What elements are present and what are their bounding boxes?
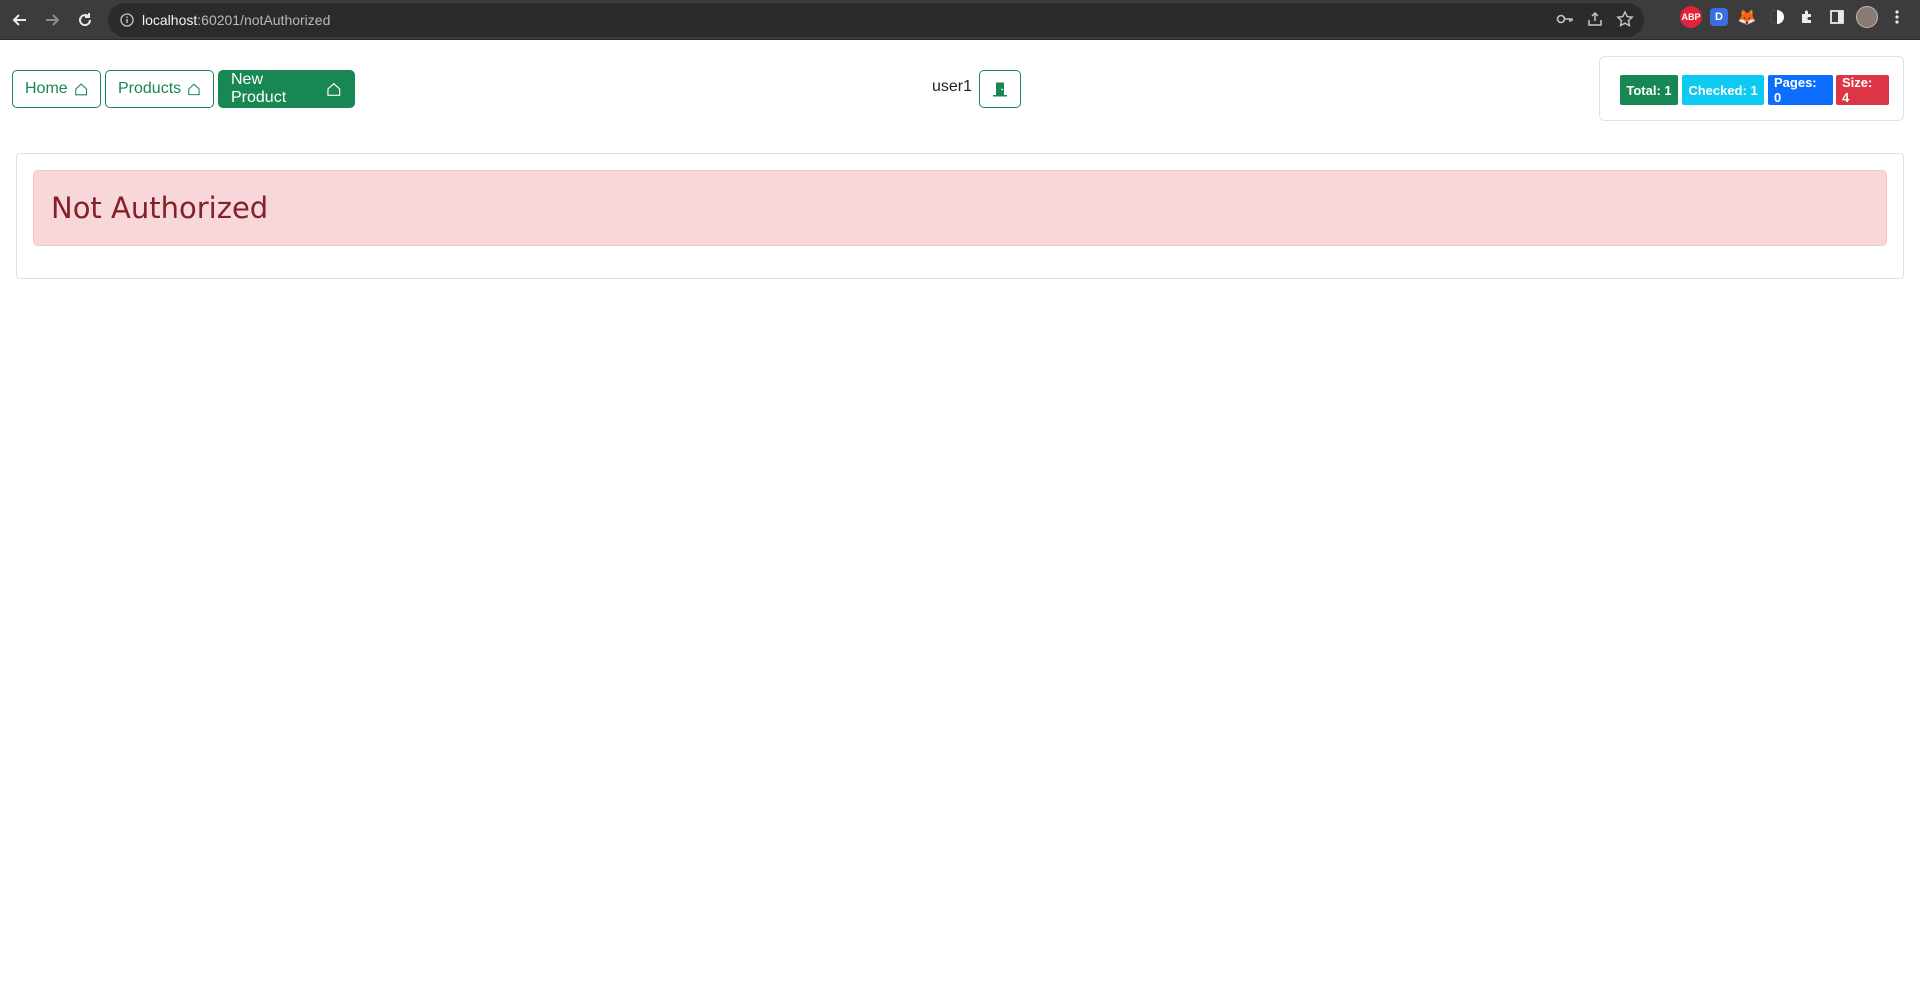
house-icon bbox=[188, 83, 200, 96]
browser-menu-icon[interactable] bbox=[1886, 6, 1908, 28]
new-product-button-label: New Product bbox=[231, 71, 287, 106]
adblock-plus-icon[interactable]: ABP bbox=[1680, 6, 1702, 28]
site-info-icon[interactable] bbox=[120, 13, 134, 27]
back-arrow-icon bbox=[12, 14, 26, 26]
house-icon bbox=[327, 82, 341, 96]
bookmark-star-icon[interactable] bbox=[1616, 10, 1634, 28]
username-label: user1 bbox=[932, 78, 973, 95]
address-bar[interactable]: localhost:60201/notAuthorized bbox=[108, 3, 1644, 37]
dashlane-icon[interactable]: D bbox=[1710, 8, 1728, 26]
home-button-label: Home bbox=[25, 80, 68, 97]
new-product-button[interactable]: New Product bbox=[218, 70, 355, 108]
not-authorized-alert: Not Authorized bbox=[33, 170, 1887, 246]
size-badge: Size: 4 bbox=[1836, 75, 1889, 105]
url-host: localhost bbox=[142, 12, 198, 28]
back-button[interactable] bbox=[6, 6, 34, 34]
stats-card: Total: 1 Checked: 1 Pages: 0 Size: 4 bbox=[1599, 56, 1904, 121]
profile-avatar-icon[interactable] bbox=[1856, 6, 1878, 28]
main-card: Not Authorized bbox=[16, 153, 1904, 279]
metamask-icon[interactable]: 🦊 bbox=[1736, 6, 1758, 28]
share-icon[interactable] bbox=[1586, 10, 1604, 28]
house-icon bbox=[74, 83, 87, 96]
browser-toolbar: localhost:60201/notAuthorized ABP D 🦊 bbox=[0, 0, 1920, 40]
door-icon bbox=[993, 82, 1007, 97]
extensions-puzzle-icon[interactable] bbox=[1796, 6, 1818, 28]
password-key-icon[interactable] bbox=[1556, 10, 1574, 28]
total-badge: Total: 1 bbox=[1620, 75, 1678, 105]
forward-button[interactable] bbox=[38, 6, 66, 34]
pages-badge: Pages: 0 bbox=[1768, 75, 1833, 105]
reload-button[interactable] bbox=[71, 6, 99, 34]
alert-heading: Not Authorized bbox=[51, 191, 269, 225]
checked-badge: Checked: 1 bbox=[1682, 75, 1764, 105]
products-button-label: Products bbox=[118, 80, 182, 97]
home-button[interactable]: Home bbox=[12, 70, 101, 108]
logout-button[interactable] bbox=[979, 70, 1021, 108]
side-panel-icon[interactable] bbox=[1826, 6, 1848, 28]
forward-arrow-icon bbox=[46, 14, 60, 26]
url-path: :60201/notAuthorized bbox=[197, 12, 331, 28]
dark-mode-icon[interactable] bbox=[1766, 6, 1788, 28]
reload-icon bbox=[79, 13, 92, 27]
products-button[interactable]: Products bbox=[105, 70, 214, 108]
